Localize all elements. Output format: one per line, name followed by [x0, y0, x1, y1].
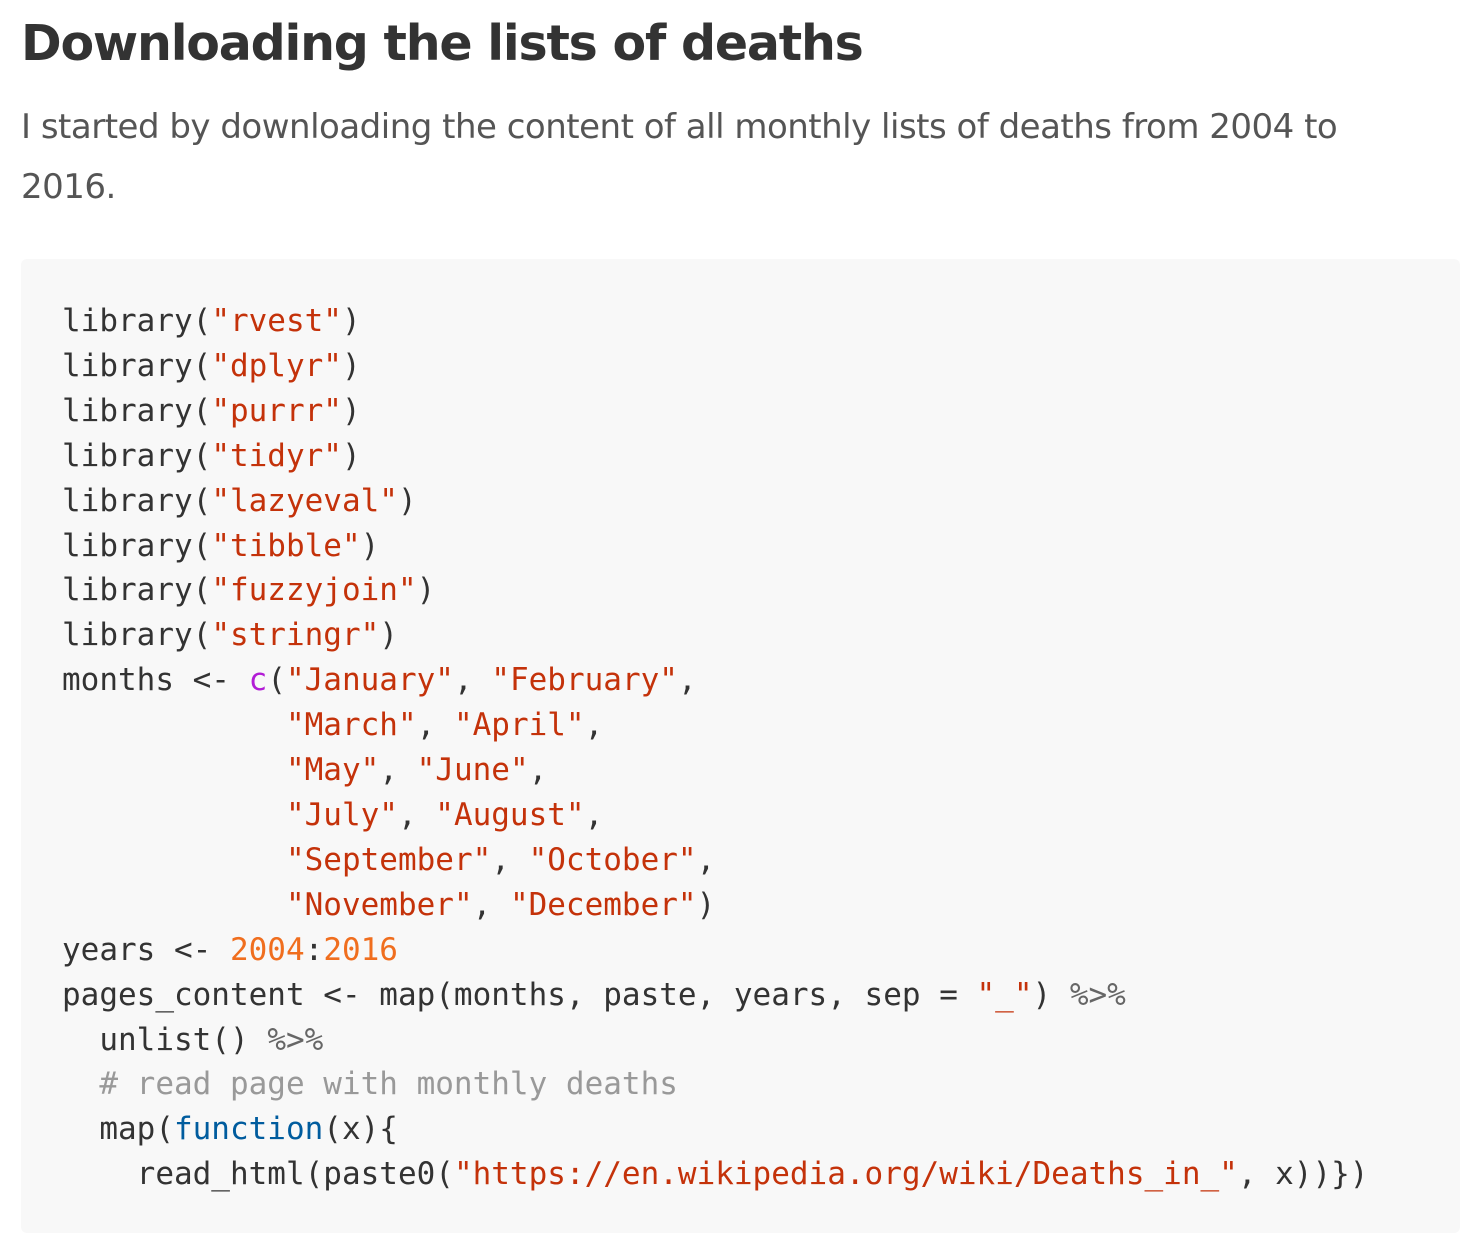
code-line-5: library("lazyeval")	[62, 482, 417, 519]
code-line-12: "July", "August",	[285, 796, 604, 833]
code-line-19: map(function(x){	[62, 1111, 398, 1148]
code-line-18: # read page with monthly deaths	[62, 1066, 678, 1103]
code-line-15: years <- 2004:2016	[62, 931, 398, 968]
code-line-14: "November", "December")	[285, 886, 716, 923]
code-line-6: library("tibble")	[62, 527, 380, 564]
code-content[interactable]: library("rvest") library("dplyr") librar…	[62, 299, 1368, 1197]
code-block[interactable]: library("rvest") library("dplyr") librar…	[21, 259, 1460, 1233]
code-line-9: months <- c("January", "February",	[62, 662, 697, 699]
code-line-17: unlist() %>%	[62, 1021, 324, 1058]
code-line-16: pages_content <- map(months, paste, year…	[62, 976, 1126, 1013]
intro-paragraph: I started by downloading the content of …	[21, 107, 1338, 207]
code-line-10: "March", "April",	[285, 707, 604, 744]
code-line-20: read_html(paste0("https://en.wikipedia.o…	[62, 1156, 1369, 1193]
code-line-11: "May", "June",	[285, 752, 548, 789]
code-line-2: library("dplyr")	[62, 347, 361, 384]
code-line-7: library("fuzzyjoin")	[62, 572, 436, 609]
code-line-13: "September", "October",	[285, 841, 716, 878]
code-line-3: library("purrr")	[62, 392, 361, 429]
article-page: Downloading the lists of deaths I starte…	[0, 0, 1480, 1255]
section-heading: Downloading the lists of deaths	[21, 15, 864, 72]
code-line-1: library("rvest")	[62, 303, 361, 339]
code-line-4: library("tidyr")	[62, 437, 361, 474]
code-line-8: library("stringr")	[62, 617, 398, 654]
